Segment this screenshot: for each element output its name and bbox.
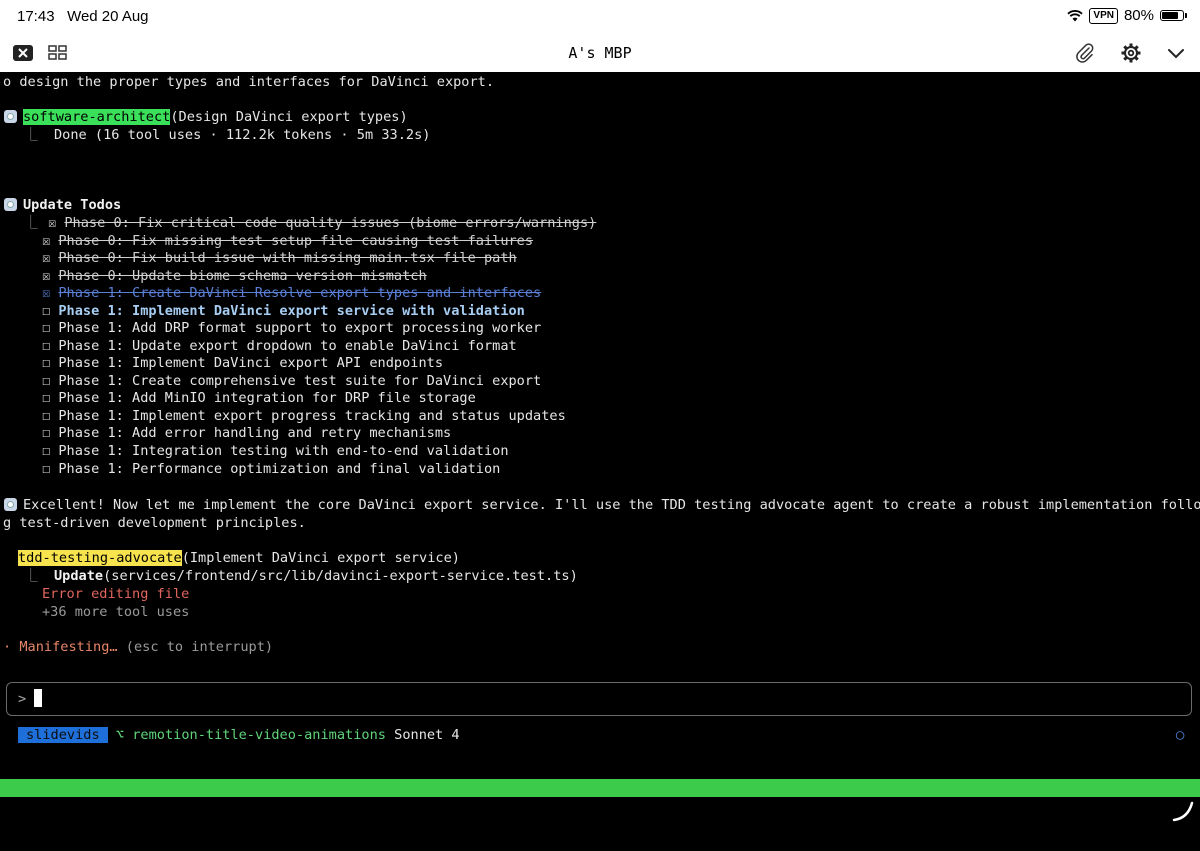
todo-item: ☐ Phase 1: Implement DaVinci export API … (42, 355, 443, 372)
agent-result: Done (16 tool uses · 112.2k tokens · 5m … (53, 127, 431, 143)
window-title: A's MBP (568, 44, 632, 62)
resize-handle-icon[interactable] (1170, 798, 1196, 824)
todo-item: ☐ Phase 1: Integration testing with end-… (42, 443, 509, 460)
agent2-line: tdd-testing-advocate(Implement DaVinci e… (18, 550, 460, 567)
unchecked-box-icon: ☐ (42, 338, 59, 354)
todo-item: ☐ Phase 1: Add DRP format support to exp… (42, 320, 541, 337)
todo-item: ☐ Phase 1: Create comprehensive test sui… (42, 373, 541, 390)
battery-percent: 80% (1123, 7, 1154, 24)
unchecked-box-icon: ☐ (42, 303, 59, 319)
paperclip-icon (1076, 43, 1094, 63)
todo-text: Phase 1: Integration testing with end-to… (58, 443, 509, 459)
status-dot-icon (4, 198, 17, 211)
checked-box-icon: ☒ (42, 268, 59, 284)
agent2-action-line: ⎿ Update(services/frontend/src/lib/davin… (24, 568, 578, 584)
todo-item: ☒ Phase 0: Fix critical code quality iss… (48, 215, 596, 232)
unchecked-box-icon: ☐ (42, 461, 59, 477)
error-message: Error editing file (42, 586, 190, 602)
status-dot-icon (4, 498, 17, 511)
checked-box-icon: ☒ (42, 250, 59, 266)
spinner-text: Manifesting… (19, 639, 118, 655)
todo-item: ☒ Phase 0: Fix missing test setup file c… (42, 233, 533, 250)
unchecked-box-icon: ☐ (42, 355, 59, 371)
agent2-file: (services/frontend/src/lib/davinci-expor… (103, 568, 578, 584)
todo-item: ☐ Phase 1: Add MinIO integration for DRP… (42, 390, 476, 407)
todo-text: Phase 1: Update export dropdown to enabl… (58, 338, 517, 354)
collapse-button[interactable] (1163, 41, 1189, 65)
battery-icon (1160, 10, 1187, 21)
interrupt-hint: (esc to interrupt) (125, 639, 274, 655)
status-right: VPN 80% (1067, 7, 1187, 24)
todos-header: Update Todos (4, 197, 121, 214)
unchecked-box-icon: ☐ (42, 320, 59, 336)
unchecked-box-icon: ☐ (42, 443, 59, 459)
intro-text: o design the proper types and interfaces… (3, 74, 495, 90)
settings-button[interactable] (1118, 41, 1144, 65)
unchecked-box-icon: ☐ (42, 408, 59, 424)
todo-text: Phase 1: Create comprehensive test suite… (58, 373, 542, 389)
more-tool-uses: +36 more tool uses (42, 604, 190, 620)
todo-text: Phase 0: Fix critical code quality issue… (64, 215, 597, 231)
unchecked-box-icon: ☐ (42, 390, 59, 406)
status-bar: 17:43 Wed 20 Aug VPN 80% (0, 0, 1200, 34)
agent2-name: tdd-testing-advocate (18, 550, 182, 566)
model-name: Sonnet 4 (394, 727, 460, 743)
unchecked-box-icon: ☐ (42, 373, 59, 389)
wifi-icon (1067, 9, 1084, 21)
todo-text: Phase 0: Fix build issue with missing ma… (58, 250, 517, 266)
checked-box-icon: ☒ (48, 215, 65, 231)
todo-item: ☒ Phase 0: Fix build issue with missing … (42, 250, 517, 267)
todo-text: Phase 0: Update biome schema version mis… (58, 268, 427, 284)
todo-text: Phase 1: Add error handling and retry me… (58, 425, 452, 441)
todo-item: ☐ Phase 1: Implement DaVinci export serv… (42, 303, 525, 320)
unchecked-box-icon: ☐ (42, 425, 59, 441)
prompt-input[interactable]: > (6, 682, 1192, 716)
todo-item: ☒ Phase 0: Update biome schema version m… (42, 268, 427, 285)
todo-text: Phase 1: Implement DaVinci export servic… (58, 303, 525, 319)
agent-task-line: software-architect(Design DaVinci export… (4, 109, 408, 126)
checked-box-icon: ☒ (42, 285, 59, 301)
agent2-action: Update (53, 568, 104, 584)
tmux-session: [cc_remoti0:node* (3, 798, 143, 814)
todo-item: ☐ Phase 1: Add error handling and retry … (42, 425, 451, 442)
todo-text: Phase 1: Performance optimization and fi… (58, 461, 501, 477)
project-badge: slidevids (18, 727, 108, 743)
todo-text: Phase 0: Fix missing test setup file cau… (58, 233, 534, 249)
prompt-symbol: > (18, 691, 27, 707)
chevron-down-icon (1168, 49, 1184, 59)
vpn-badge: VPN (1089, 7, 1118, 24)
branch-icon: ⌥ (115, 727, 125, 743)
tmux-status-bar: [cc_remoti0:node* "✳ Task Management" 17… (0, 779, 1200, 832)
agent2-task: (Implement DaVinci export service) (181, 550, 460, 566)
status-time: 17:43 Wed 20 Aug (17, 8, 149, 25)
status-dot-icon (4, 110, 17, 123)
todo-item: ☒ Phase 1: Create DaVinci Resolve export… (42, 285, 541, 302)
branch-name: remotion-title-video-animations (132, 727, 386, 743)
todo-text: Phase 1: Implement export progress track… (58, 408, 566, 424)
assistant-message-cont: g test-driven development principles. (3, 515, 306, 531)
attach-button[interactable] (1072, 41, 1098, 65)
agent-task: (Design DaVinci export types) (170, 109, 408, 125)
mode-indicator-icon: ◯ (1176, 727, 1185, 743)
agent-result-line: ⎿ Done (16 tool uses · 112.2k tokens · 5… (24, 127, 431, 143)
todo-text: Phase 1: Implement DaVinci export API en… (58, 355, 444, 371)
todo-text: Phase 1: Create DaVinci Resolve export t… (58, 285, 542, 301)
text-cursor (34, 689, 42, 707)
gear-icon (1121, 43, 1141, 63)
todo-item: ☐ Phase 1: Implement export progress tra… (42, 408, 566, 425)
tree-branch-icon: ⎿ (24, 215, 38, 231)
todo-text: Phase 1: Add MinIO integration for DRP f… (58, 390, 476, 406)
spinner-line: · Manifesting… (esc to interrupt) (3, 639, 274, 655)
title-bar: A's MBP (0, 34, 1200, 72)
todo-item: ☐ Phase 1: Update export dropdown to ena… (42, 338, 517, 355)
todos-title: Update Todos (23, 197, 122, 213)
todo-text: Phase 1: Add DRP format support to expor… (58, 320, 542, 336)
todo-item: ☐ Phase 1: Performance optimization and … (42, 461, 500, 478)
tmux-right-status: "✳ Task Management" 17:43 20-Aug-2 (917, 816, 1196, 832)
checked-box-icon: ☒ (42, 233, 59, 249)
agent-name: software-architect (23, 109, 171, 125)
terminal[interactable]: o design the proper types and interfaces… (0, 72, 1200, 834)
assistant-message: Excellent! Now let me implement the core… (4, 497, 1200, 514)
footer-status: slidevids ⌥ remotion-title-video-animati… (18, 727, 460, 744)
